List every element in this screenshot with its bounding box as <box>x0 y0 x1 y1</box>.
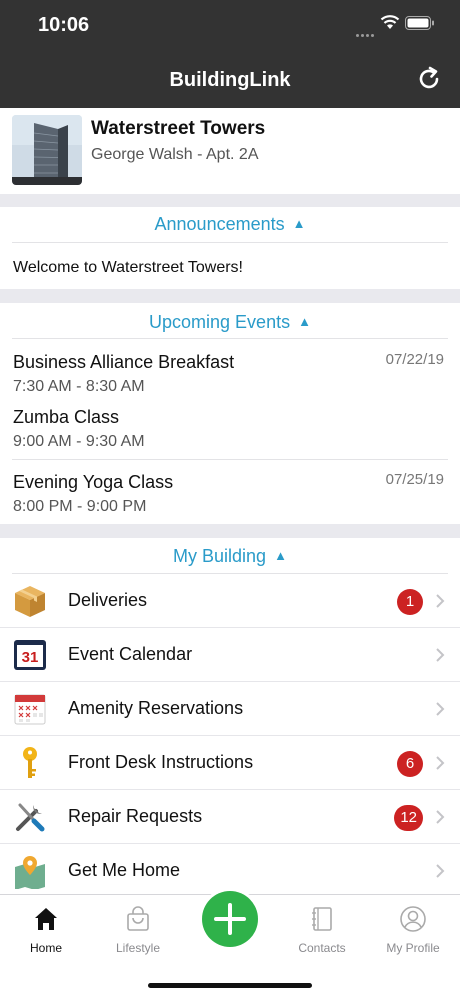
collapse-caret-icon: ▲ <box>274 548 287 563</box>
tab-label: Lifestyle <box>115 941 161 955</box>
menu-item-get-me-home[interactable]: Get Me Home <box>0 844 460 894</box>
announcements-header-label: Announcements <box>154 214 285 234</box>
event-title[interactable]: Business Alliance Breakfast <box>13 352 234 373</box>
home-indicator <box>148 983 312 988</box>
tab-contacts[interactable]: Contacts <box>277 905 367 955</box>
tab-my-profile[interactable]: My Profile <box>368 905 458 955</box>
events-header-label: Upcoming Events <box>149 312 291 332</box>
chevron-right-icon <box>436 648 445 662</box>
event-time: 9:00 AM - 9:30 AM <box>13 433 145 450</box>
wifi-icon <box>380 15 400 29</box>
chevron-right-icon <box>436 864 445 878</box>
tab-lifestyle[interactable]: Lifestyle <box>93 905 183 955</box>
status-bar: 10:06 <box>0 0 460 50</box>
my-building-header[interactable]: My Building ▲ <box>0 546 460 567</box>
count-badge: 6 <box>397 751 423 777</box>
add-button[interactable] <box>202 891 258 947</box>
announcements-section: Announcements ▲ Welcome to Waterstreet To… <box>0 207 460 289</box>
cellular-signal-icon <box>356 24 376 37</box>
divider <box>12 459 448 460</box>
status-time: 10:06 <box>38 14 90 36</box>
home-icon <box>35 908 57 930</box>
calendar-icon-text: 31 <box>22 649 39 666</box>
upcoming-events-section: Upcoming Events ▲ Business Alliance Break… <box>0 303 460 524</box>
divider <box>12 338 448 339</box>
my-building-section: My Building ▲ Deliveries 1 31 Event Calen… <box>0 538 460 894</box>
chevron-right-icon <box>436 810 445 824</box>
menu-item-label: Front Desk Instructions <box>68 752 254 772</box>
app-title: BuildingLink <box>169 69 291 91</box>
building-header[interactable]: Waterstreet Towers George Walsh - Apt. 2… <box>0 108 460 194</box>
building-photo <box>12 115 82 185</box>
event-title[interactable]: Zumba Class <box>13 407 119 428</box>
announcements-header[interactable]: Announcements ▲ <box>0 214 460 235</box>
map-pin-icon <box>15 856 45 889</box>
plus-icon <box>214 903 246 935</box>
chevron-right-icon <box>436 594 445 608</box>
menu-item-label: Deliveries <box>68 590 148 610</box>
reservation-calendar-icon <box>14 694 46 725</box>
package-icon <box>15 586 45 617</box>
events-header[interactable]: Upcoming Events ▲ <box>0 312 460 333</box>
menu-item-amenity-reservations[interactable]: Amenity Reservations <box>0 682 460 736</box>
refresh-icon[interactable] <box>416 66 442 92</box>
tab-home[interactable]: Home <box>1 905 91 955</box>
event-date: 07/25/19 <box>385 471 444 488</box>
tab-label: Home <box>29 941 62 955</box>
chevron-right-icon <box>436 702 445 716</box>
collapse-caret-icon: ▲ <box>292 216 306 231</box>
resident-info: George Walsh - Apt. 2A <box>91 146 259 163</box>
menu-item-event-calendar[interactable]: 31 Event Calendar <box>0 628 460 682</box>
key-icon <box>23 747 37 778</box>
event-date: 07/22/19 <box>385 351 444 368</box>
building-name: Waterstreet Towers <box>91 118 266 139</box>
tools-icon <box>16 803 45 832</box>
address-book-icon <box>312 907 332 931</box>
divider <box>12 242 448 243</box>
collapse-caret-icon: ▲ <box>298 314 311 329</box>
event-time: 7:30 AM - 8:30 AM <box>13 378 145 395</box>
event-title[interactable]: Evening Yoga Class <box>13 472 173 493</box>
chevron-right-icon <box>436 756 445 770</box>
count-badge: 1 <box>397 589 423 615</box>
tab-label: Contacts <box>298 941 346 955</box>
count-badge: 12 <box>394 805 423 831</box>
menu-item-label: Event Calendar <box>68 644 193 664</box>
menu-item-label: Repair Requests <box>68 806 203 826</box>
my-building-header-label: My Building <box>173 546 267 566</box>
tab-bar: Home Lifestyle Contacts My Profile <box>0 891 460 996</box>
menu-item-repair-requests[interactable]: Repair Requests 12 <box>0 790 460 844</box>
menu-item-front-desk-instructions[interactable]: Front Desk Instructions 6 <box>0 736 460 790</box>
battery-icon <box>405 16 434 30</box>
menu-item-label: Amenity Reservations <box>68 698 244 718</box>
profile-icon <box>400 906 426 932</box>
menu-item-label: Get Me Home <box>68 860 181 880</box>
menu-item-deliveries[interactable]: Deliveries 1 <box>0 574 460 628</box>
announcement-item[interactable]: Welcome to Waterstreet Towers! <box>13 259 243 277</box>
navigation-bar: BuildingLink <box>0 50 460 108</box>
tab-label: My Profile <box>386 941 440 955</box>
event-time: 8:00 PM - 9:00 PM <box>13 498 147 515</box>
shopping-bag-icon <box>127 906 149 931</box>
calendar-icon: 31 <box>14 640 46 670</box>
